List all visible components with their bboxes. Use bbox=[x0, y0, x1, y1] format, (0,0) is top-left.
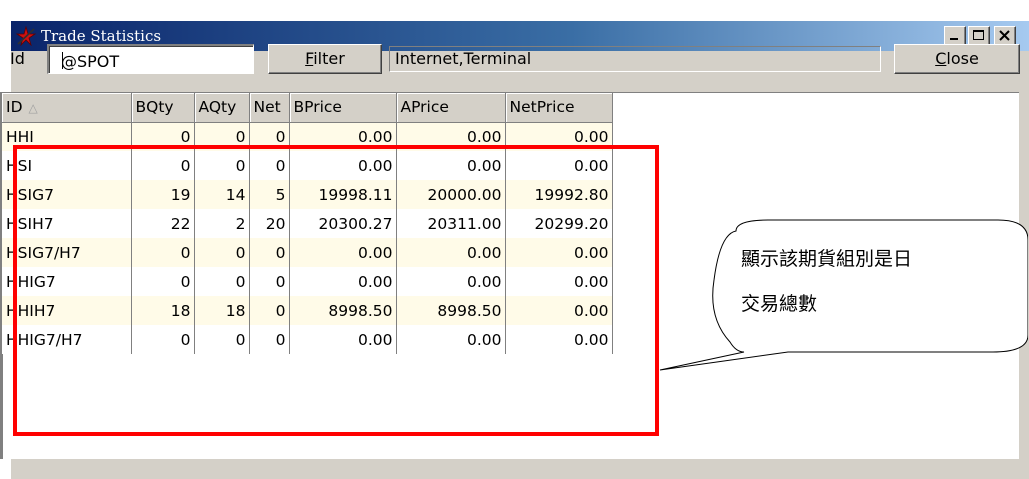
table-row[interactable]: HHI 0 0 0 0.00 0.00 0.00 bbox=[2, 122, 613, 151]
table-row[interactable]: HSI 0 0 0 0.00 0.00 0.00 bbox=[2, 151, 613, 180]
cell-bprice: 19998.11 bbox=[289, 180, 397, 209]
cell-netprice: 0.00 bbox=[505, 238, 613, 267]
cell-net: 20 bbox=[249, 209, 290, 238]
cell-id: HHIG7/H7 bbox=[2, 325, 132, 354]
cell-bqty: 0 bbox=[131, 238, 195, 267]
cell-aqty: 0 bbox=[194, 325, 250, 354]
cell-net: 0 bbox=[249, 122, 290, 151]
source-status-field: Internet,Terminal bbox=[389, 46, 881, 72]
cell-id: HHIH7 bbox=[2, 296, 132, 325]
cell-bqty: 0 bbox=[131, 325, 195, 354]
cell-netprice: 20299.20 bbox=[505, 209, 613, 238]
cell-net: 5 bbox=[249, 180, 290, 209]
cell-netprice: 0.00 bbox=[505, 151, 613, 180]
callout-line-1: 顯示該期貨組別是日 bbox=[741, 248, 913, 270]
table-row[interactable]: HSIH7 22 2 20 20300.27 20311.00 20299.20 bbox=[2, 209, 613, 238]
sort-ascending-icon: △ bbox=[28, 101, 38, 116]
cell-aqty: 14 bbox=[194, 180, 250, 209]
column-header-bqty[interactable]: BQty bbox=[131, 93, 195, 123]
cell-aqty: 18 bbox=[194, 296, 250, 325]
table-row[interactable]: HHIG7/H7 0 0 0 0.00 0.00 0.00 bbox=[2, 325, 613, 354]
cell-id: HSI bbox=[2, 151, 132, 180]
cell-netprice: 0.00 bbox=[505, 122, 613, 151]
cell-aqty: 0 bbox=[194, 267, 250, 296]
table-row[interactable]: HSIG7 19 14 5 19998.11 20000.00 19992.80 bbox=[2, 180, 613, 209]
column-header-aprice[interactable]: APrice bbox=[396, 93, 506, 123]
column-header-id[interactable]: ID △ bbox=[2, 93, 132, 123]
cell-bqty: 0 bbox=[131, 122, 195, 151]
cell-netprice: 0.00 bbox=[505, 325, 613, 354]
cell-netprice: 0.00 bbox=[505, 296, 613, 325]
red-star-app-icon bbox=[16, 26, 36, 46]
cell-bprice: 0.00 bbox=[289, 238, 397, 267]
column-header-net[interactable]: Net bbox=[249, 93, 290, 123]
callout-line-2: 交易總數 bbox=[741, 293, 818, 315]
close-window-button[interactable] bbox=[994, 26, 1016, 46]
cell-aprice: 0.00 bbox=[396, 122, 506, 151]
cell-bprice: 0.00 bbox=[289, 267, 397, 296]
column-header-aqty[interactable]: AQty bbox=[194, 93, 250, 123]
close-button[interactable]: Close bbox=[894, 44, 1020, 74]
cell-id: HHIG7 bbox=[2, 267, 132, 296]
cell-aprice: 0.00 bbox=[396, 238, 506, 267]
text-caret bbox=[62, 52, 63, 69]
cell-bprice: 0.00 bbox=[289, 122, 397, 151]
cell-bprice: 20300.27 bbox=[289, 209, 397, 238]
cell-id: HSIG7/H7 bbox=[2, 238, 132, 267]
table-row[interactable]: HSIG7/H7 0 0 0 0.00 0.00 0.00 bbox=[2, 238, 613, 267]
cell-id: HHI bbox=[2, 122, 132, 151]
close-label-rest: lose bbox=[946, 49, 979, 68]
cell-netprice: 19992.80 bbox=[505, 180, 613, 209]
filter-button[interactable]: Filter bbox=[268, 44, 382, 74]
cell-aqty: 0 bbox=[194, 151, 250, 180]
cell-aprice: 0.00 bbox=[396, 267, 506, 296]
cell-bqty: 0 bbox=[131, 151, 195, 180]
cell-bqty: 0 bbox=[131, 267, 195, 296]
column-header-bprice[interactable]: BPrice bbox=[289, 93, 397, 123]
close-mnemonic: C bbox=[935, 49, 947, 68]
trade-statistics-table: ID △ BQty AQty Net BPrice APrice NetPrice… bbox=[2, 93, 613, 354]
column-header-id-label: ID bbox=[6, 98, 23, 117]
cell-aqty: 0 bbox=[194, 122, 250, 151]
minimize-button[interactable] bbox=[944, 26, 966, 46]
cell-bprice: 0.00 bbox=[289, 151, 397, 180]
cell-netprice: 0.00 bbox=[505, 267, 613, 296]
cell-aprice: 0.00 bbox=[396, 151, 506, 180]
cell-bqty: 22 bbox=[131, 209, 195, 238]
cell-id: HSIG7 bbox=[2, 180, 132, 209]
cell-net: 0 bbox=[249, 325, 290, 354]
cell-net: 0 bbox=[249, 238, 290, 267]
cell-aprice: 20311.00 bbox=[396, 209, 506, 238]
maximize-icon bbox=[973, 30, 984, 40]
source-status-text: Internet,Terminal bbox=[395, 49, 532, 68]
filter-mnemonic: F bbox=[305, 49, 314, 68]
cell-aprice: 8998.50 bbox=[396, 296, 506, 325]
filter-label-rest: ilter bbox=[313, 49, 345, 68]
cell-id: HSIH7 bbox=[2, 209, 132, 238]
minimize-icon bbox=[950, 38, 958, 40]
table-row[interactable]: HHIG7 0 0 0 0.00 0.00 0.00 bbox=[2, 267, 613, 296]
cell-aprice: 0.00 bbox=[396, 325, 506, 354]
window-title: Trade Statistics bbox=[41, 27, 162, 45]
cell-bprice: 0.00 bbox=[289, 325, 397, 354]
id-input[interactable]: @SPOT bbox=[47, 44, 254, 74]
id-input-value: @SPOT bbox=[61, 52, 120, 71]
id-label: Id bbox=[10, 49, 25, 68]
callout-annotation-text: 顯示該期貨組別是日 交易總數 bbox=[741, 237, 1011, 327]
maximize-button[interactable] bbox=[968, 26, 990, 46]
cell-aprice: 20000.00 bbox=[396, 180, 506, 209]
column-header-netprice[interactable]: NetPrice bbox=[505, 93, 613, 123]
cell-net: 0 bbox=[249, 151, 290, 180]
cell-aqty: 2 bbox=[194, 209, 250, 238]
cell-aqty: 0 bbox=[194, 238, 250, 267]
cell-bqty: 18 bbox=[131, 296, 195, 325]
table-row[interactable]: HHIH7 18 18 0 8998.50 8998.50 0.00 bbox=[2, 296, 613, 325]
cell-net: 0 bbox=[249, 267, 290, 296]
cell-bprice: 8998.50 bbox=[289, 296, 397, 325]
cell-bqty: 19 bbox=[131, 180, 195, 209]
close-icon bbox=[999, 30, 1010, 41]
cell-net: 0 bbox=[249, 296, 290, 325]
